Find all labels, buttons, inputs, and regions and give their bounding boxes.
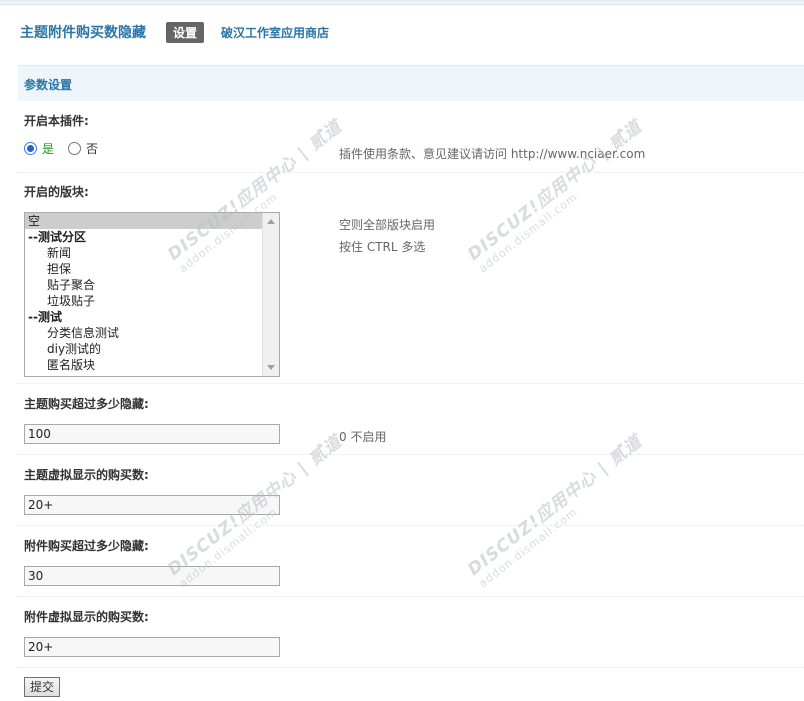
enable-radio-group: 是 否 [24, 140, 112, 157]
listbox-scrollbar[interactable] [262, 213, 279, 376]
attach-virtual-label: 附件虚拟显示的购买数: [24, 610, 149, 624]
divider [18, 667, 804, 668]
forum-option[interactable]: --测试 [25, 309, 279, 325]
divider [18, 596, 804, 597]
attach-hide-label: 附件购买超过多少隐藏: [24, 539, 149, 553]
divider [18, 172, 804, 173]
thread-hide-hint: 0 不启用 [339, 430, 387, 444]
forum-option[interactable]: 新闻 [25, 245, 279, 261]
enable-yes-label[interactable]: 是 [42, 140, 54, 157]
forum-options-list: 空 --测试分区 新闻 担保 贴子聚合 垃圾贴子 --测试 分类信息测试 diy测试的 匿名版块 [25, 213, 279, 373]
thread-hide-label: 主题购买超过多少隐藏: [24, 397, 149, 411]
enable-no-label[interactable]: 否 [86, 140, 98, 157]
forum-option[interactable]: 贴子聚合 [25, 277, 279, 293]
section-title: 参数设置 [24, 78, 73, 92]
watermark: DISCUZ!应用中心 | 贰道 addon.dismall.com [461, 428, 654, 590]
divider [18, 454, 804, 455]
forum-option[interactable]: 分类信息测试 [25, 325, 279, 341]
submit-button[interactable]: 提交 [24, 677, 60, 697]
forum-option[interactable]: 担保 [25, 261, 279, 277]
forum-option[interactable]: --测试分区 [25, 229, 279, 245]
forums-hint-2: 按住 CTRL 多选 [339, 240, 426, 254]
attach-virtual-input[interactable] [24, 637, 280, 657]
page-header: 主题附件购买数隐藏 设置 破汉工作室应用商店 [20, 21, 329, 43]
thread-virtual-label: 主题虚拟显示的购买数: [24, 468, 149, 482]
attach-hide-input[interactable] [24, 566, 280, 586]
enable-no-radio[interactable] [68, 142, 82, 155]
divider [18, 383, 804, 384]
thread-virtual-input[interactable] [24, 495, 280, 515]
section-header: 参数设置 [18, 65, 804, 101]
app-store-link[interactable]: 破汉工作室应用商店 [221, 24, 329, 41]
plugin-title: 主题附件购买数隐藏 [20, 25, 146, 41]
top-border [0, 0, 804, 5]
divider [18, 525, 804, 526]
watermark-line1: DISCUZ!应用中心 | 贰道 [464, 116, 646, 265]
settings-tab-button[interactable]: 设置 [166, 21, 205, 43]
forums-label: 开启的版块: [24, 185, 89, 199]
scroll-down-arrow-icon[interactable] [267, 365, 275, 370]
watermark-line1: DISCUZ!应用中心 | 贰道 [464, 431, 646, 580]
forums-hint-1: 空则全部版块启用 [339, 218, 436, 232]
watermark: DISCUZ!应用中心 | 贰道 addon.dismall.com [461, 113, 654, 275]
forum-option[interactable]: 空 [25, 213, 263, 229]
forums-multiselect[interactable]: 空 --测试分区 新闻 担保 贴子聚合 垃圾贴子 --测试 分类信息测试 diy测试的 匿名版块 [24, 212, 280, 377]
forum-option[interactable]: 匿名版块 [25, 357, 279, 373]
forum-option[interactable]: 垃圾贴子 [25, 293, 279, 309]
forum-option[interactable]: diy测试的 [25, 341, 279, 357]
thread-hide-input[interactable] [24, 424, 280, 444]
watermark-line2: addon.dismall.com [476, 505, 581, 591]
enable-yes-radio[interactable] [24, 142, 37, 155]
enable-hint: 插件使用条款、意见建议请访问 http://www.nciaer.com [339, 147, 646, 161]
scroll-up-arrow-icon[interactable] [267, 219, 275, 224]
enable-label: 开启本插件: [24, 114, 89, 128]
